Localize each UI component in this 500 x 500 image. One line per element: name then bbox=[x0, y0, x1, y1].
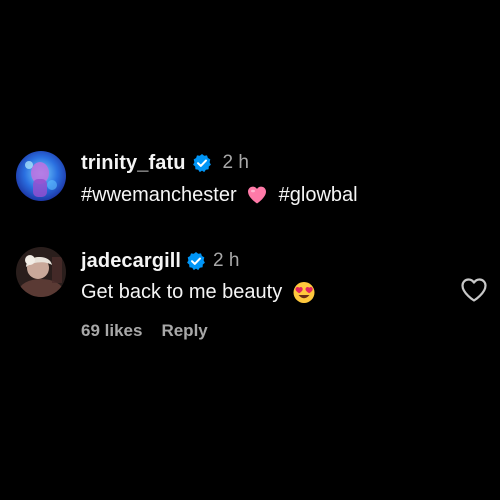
reply-button[interactable]: Reply bbox=[161, 321, 207, 341]
avatar[interactable] bbox=[16, 151, 66, 201]
comment-text: Get back to me beauty bbox=[81, 278, 316, 306]
heart-outline-icon[interactable] bbox=[460, 277, 488, 303]
comment-header: jadecargill 2 h bbox=[81, 248, 239, 274]
comment-header: trinity_fatu 2 h bbox=[81, 150, 249, 176]
comment-text: #wwemanchester #glowbal bbox=[81, 181, 358, 209]
avatar[interactable] bbox=[16, 247, 66, 297]
username[interactable]: jadecargill bbox=[81, 250, 181, 273]
comment-meta: 69 likes Reply bbox=[81, 319, 208, 343]
heart-emoji bbox=[246, 184, 268, 206]
hashtag-link[interactable]: #glowbal bbox=[279, 184, 358, 207]
timestamp: 2 h bbox=[213, 250, 240, 271]
hashtag-link[interactable]: #wwemanchester bbox=[81, 184, 237, 207]
likes-count[interactable]: 69 likes bbox=[81, 321, 142, 341]
heart-eyes-emoji bbox=[292, 280, 316, 304]
comment-body: Get back to me beauty bbox=[81, 280, 283, 303]
timestamp: 2 h bbox=[222, 152, 249, 173]
username[interactable]: trinity_fatu bbox=[81, 152, 186, 175]
verified-badge-icon bbox=[186, 251, 206, 271]
verified-badge-icon bbox=[192, 153, 212, 173]
